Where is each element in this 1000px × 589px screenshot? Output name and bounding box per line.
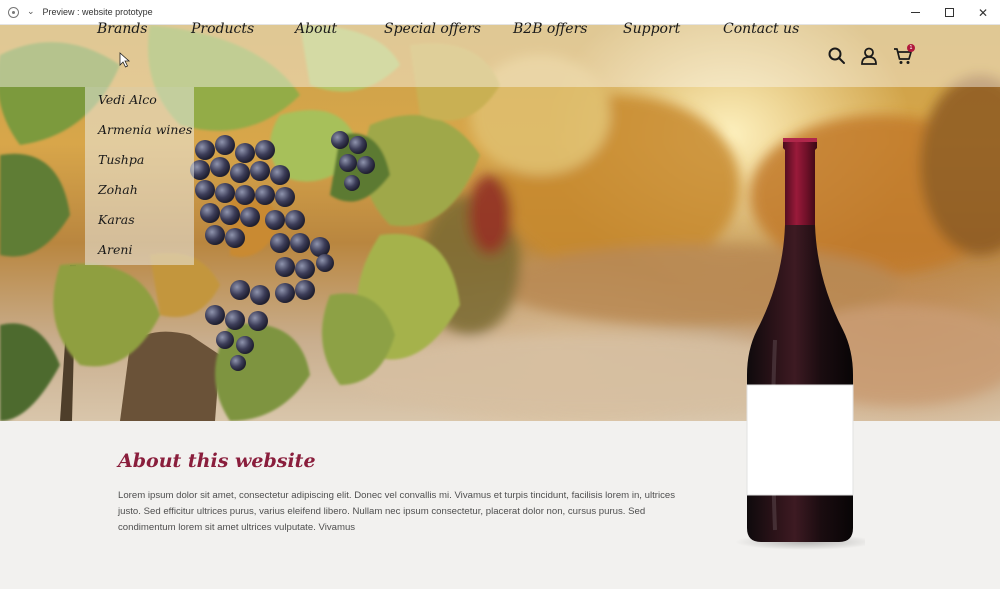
about-body-text: Lorem ipsum dolor sit amet, consectetur …	[118, 490, 676, 533]
maximize-icon	[944, 8, 954, 17]
mouse-cursor-icon	[119, 52, 131, 68]
app-icon	[8, 6, 19, 18]
close-icon: ✕	[977, 5, 989, 20]
nav-about[interactable]: About	[295, 21, 337, 37]
main-navbar	[0, 25, 1000, 87]
brands-dropdown: Vedi Alco Armenia wines Tushpa Zohah Kar…	[85, 87, 194, 265]
dropdown-item-vedi-alco[interactable]: Vedi Alco	[98, 92, 157, 107]
window-controls: ✕	[898, 0, 1000, 25]
minimize-button[interactable]	[898, 0, 932, 25]
nav-contact-us[interactable]: Contact us	[723, 21, 799, 37]
nav-special-offers[interactable]: Special offers	[384, 21, 481, 37]
window-title: Preview : website prototype	[42, 7, 153, 17]
dropdown-item-armenia-wines[interactable]: Armenia wines	[98, 122, 192, 137]
nav-brands[interactable]: Brands	[97, 21, 148, 37]
user-icon[interactable]	[859, 46, 879, 66]
cart-count-badge: 1	[907, 44, 915, 52]
dropdown-item-karas[interactable]: Karas	[98, 212, 135, 227]
minimize-icon	[910, 12, 920, 13]
maximize-button[interactable]	[932, 0, 966, 25]
nav-b2b-offers[interactable]: B2B offers	[513, 21, 587, 37]
wine-bottle-image	[735, 138, 865, 550]
dropdown-item-areni[interactable]: Areni	[98, 242, 132, 257]
window-titlebar: ⌄ Preview : website prototype ✕	[0, 0, 1000, 25]
close-button[interactable]: ✕	[966, 0, 1000, 25]
dropdown-item-tushpa[interactable]: Tushpa	[98, 152, 144, 167]
chevron-down-icon[interactable]: ⌄	[27, 7, 35, 17]
nav-support[interactable]: Support	[623, 21, 680, 37]
dropdown-item-zohah[interactable]: Zohah	[98, 182, 138, 197]
nav-products[interactable]: Products	[191, 21, 254, 37]
about-title: About this website	[118, 450, 316, 472]
search-icon[interactable]	[827, 46, 847, 66]
